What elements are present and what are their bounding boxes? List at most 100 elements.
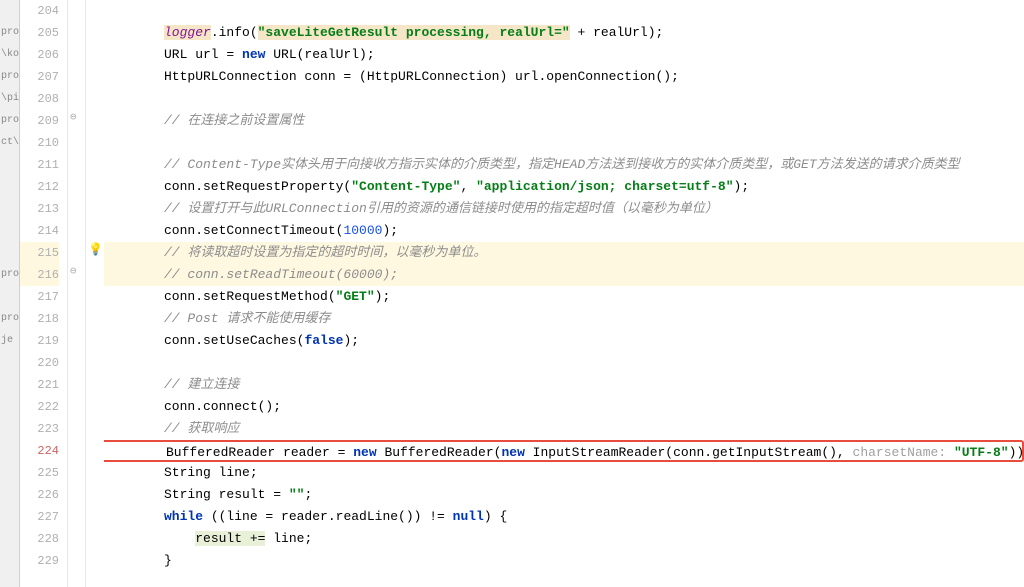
panel-item[interactable] <box>0 198 19 220</box>
code-line[interactable]: HttpURLConnection conn = (HttpURLConnect… <box>104 66 1024 88</box>
keyword: new <box>242 47 265 62</box>
code-line[interactable] <box>104 132 1024 154</box>
code-line[interactable]: String line; <box>104 462 1024 484</box>
panel-item[interactable]: \pi <box>0 88 19 110</box>
comment: // 将读取超时设置为指定的超时时间，以毫秒为单位。 <box>164 245 486 260</box>
panel-item[interactable]: proj <box>0 308 19 330</box>
code-line[interactable]: result += line; <box>104 528 1024 550</box>
code-line[interactable]: while ((line = reader.readLine()) != nul… <box>104 506 1024 528</box>
code-line[interactable]: // 获取响应 <box>104 418 1024 440</box>
code-line-highlighted[interactable]: // 将读取超时设置为指定的超时时间，以毫秒为单位。 <box>104 242 1024 264</box>
code-line[interactable] <box>104 88 1024 110</box>
panel-item[interactable]: proj <box>0 22 19 44</box>
string-literal: "UTF-8" <box>954 445 1009 460</box>
keyword: false <box>304 333 343 348</box>
string-literal: "" <box>289 487 305 502</box>
code-line[interactable] <box>104 0 1024 22</box>
line-number[interactable]: 205 <box>20 22 59 44</box>
keyword: while <box>164 509 203 524</box>
project-panel[interactable]: proj \ko proj \pi proj ct\ proj proj je <box>0 0 20 587</box>
comment: // Post 请求不能使用缓存 <box>164 311 330 326</box>
line-number[interactable]: 208 <box>20 88 59 110</box>
code-line-highlighted[interactable]: // conn.setReadTimeout(60000); <box>104 264 1024 286</box>
line-number[interactable]: 226 <box>20 484 59 506</box>
string-literal: "application/json; charset=utf-8" <box>476 179 733 194</box>
code-line[interactable]: // Post 请求不能使用缓存 <box>104 308 1024 330</box>
code-line[interactable]: conn.setConnectTimeout(10000); <box>104 220 1024 242</box>
fold-minus-icon[interactable]: ⊖ <box>70 264 77 278</box>
line-number[interactable]: 217 <box>20 286 59 308</box>
code-line[interactable]: String result = ""; <box>104 484 1024 506</box>
panel-item[interactable] <box>0 0 19 22</box>
panel-item[interactable] <box>0 242 19 264</box>
comment: // 获取响应 <box>164 421 239 436</box>
code-editor[interactable]: logger.info("saveLiteGetResult processin… <box>104 0 1024 587</box>
line-number-gutter[interactable]: 204 205 206 207 208 209 210 211 212 213 … <box>20 0 68 587</box>
code-line[interactable]: logger.info("saveLiteGetResult processin… <box>104 22 1024 44</box>
panel-item[interactable]: proj <box>0 110 19 132</box>
fold-minus-icon[interactable]: ⊖ <box>70 110 77 124</box>
panel-item[interactable]: ct\ <box>0 132 19 154</box>
line-number[interactable]: 216 <box>20 264 59 286</box>
panel-item[interactable]: je <box>0 330 19 352</box>
code-line[interactable]: conn.connect(); <box>104 396 1024 418</box>
line-number[interactable]: 219 <box>20 330 59 352</box>
warning-highlight: result += <box>195 531 265 546</box>
code-line[interactable]: conn.setUseCaches(false); <box>104 330 1024 352</box>
line-number[interactable]: 204 <box>20 0 59 22</box>
fold-gutter[interactable]: ⊖ ⊖ <box>68 0 86 587</box>
line-number[interactable]: 211 <box>20 154 59 176</box>
line-number[interactable]: 221 <box>20 374 59 396</box>
string-literal: "saveLiteGetResult processing, realUrl=" <box>258 25 570 40</box>
line-number[interactable]: 206 <box>20 44 59 66</box>
panel-item[interactable]: proj <box>0 264 19 286</box>
panel-item[interactable]: \ko <box>0 44 19 66</box>
line-number[interactable]: 215 <box>20 242 59 264</box>
code-line-boxed[interactable]: BufferedReader reader = new BufferedRead… <box>104 440 1024 462</box>
line-number[interactable]: 223 <box>20 418 59 440</box>
panel-item[interactable] <box>0 176 19 198</box>
line-number[interactable]: 225 <box>20 462 59 484</box>
string-literal: "GET" <box>336 289 375 304</box>
line-number[interactable]: 228 <box>20 528 59 550</box>
keyword: null <box>453 509 484 524</box>
code-line[interactable]: // 建立连接 <box>104 374 1024 396</box>
panel-item[interactable] <box>0 286 19 308</box>
line-number[interactable]: 227 <box>20 506 59 528</box>
line-number[interactable]: 213 <box>20 198 59 220</box>
editor-container: proj \ko proj \pi proj ct\ proj proj je … <box>0 0 1024 587</box>
panel-item[interactable] <box>0 154 19 176</box>
code-line[interactable]: // 设置打开与此URLConnection引用的资源的通信链接时使用的指定超时… <box>104 198 1024 220</box>
parameter-hint: charsetName: <box>853 445 954 460</box>
panel-item[interactable] <box>0 220 19 242</box>
line-number[interactable]: 209 <box>20 110 59 132</box>
keyword: new <box>501 445 524 460</box>
number-literal: 10000 <box>343 223 382 238</box>
code-line[interactable]: // 在连接之前设置属性 <box>104 110 1024 132</box>
comment: // 设置打开与此URLConnection引用的资源的通信链接时使用的指定超时… <box>164 201 718 216</box>
field-ref: logger <box>164 25 211 40</box>
line-number[interactable]: 218 <box>20 308 59 330</box>
comment: // conn.setReadTimeout(60000); <box>164 267 398 282</box>
line-number-breakpoint[interactable]: 224 <box>20 440 59 462</box>
comment: // 建立连接 <box>164 377 239 392</box>
code-line[interactable]: URL url = new URL(realUrl); <box>104 44 1024 66</box>
panel-item[interactable]: proj <box>0 66 19 88</box>
code-line[interactable]: conn.setRequestProperty("Content-Type", … <box>104 176 1024 198</box>
code-line[interactable]: // Content-Type实体头用于向接收方指示实体的介质类型，指定HEAD… <box>104 154 1024 176</box>
line-number[interactable]: 229 <box>20 550 59 572</box>
line-number[interactable]: 222 <box>20 396 59 418</box>
line-number[interactable]: 214 <box>20 220 59 242</box>
code-line[interactable] <box>104 352 1024 374</box>
code-line[interactable]: conn.setRequestMethod("GET"); <box>104 286 1024 308</box>
string-literal: "Content-Type" <box>351 179 460 194</box>
line-number[interactable]: 220 <box>20 352 59 374</box>
code-line[interactable]: } <box>104 550 1024 572</box>
line-number[interactable]: 212 <box>20 176 59 198</box>
intention-gutter: 💡 <box>86 0 104 587</box>
comment: // Content-Type实体头用于向接收方指示实体的介质类型，指定HEAD… <box>164 157 960 172</box>
line-number[interactable]: 207 <box>20 66 59 88</box>
line-number[interactable]: 210 <box>20 132 59 154</box>
comment: // 在连接之前设置属性 <box>164 113 304 128</box>
lightbulb-icon[interactable]: 💡 <box>88 242 103 257</box>
